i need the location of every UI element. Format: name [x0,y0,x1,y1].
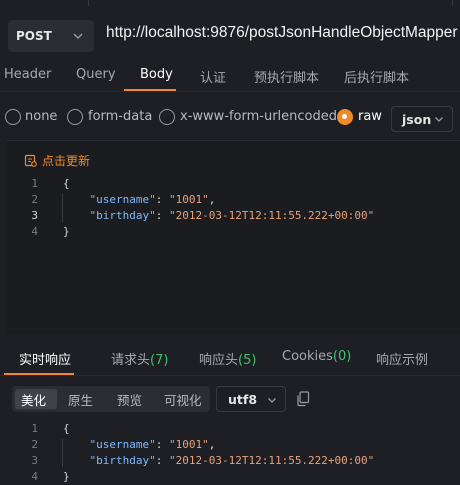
tab-response-examples[interactable]: 响应示例 [376,349,428,368]
radio-raw[interactable] [337,109,353,125]
encoding-select[interactable]: utf8 [216,386,286,412]
tab-request-headers[interactable]: 请求头(7) [111,349,168,368]
tab-count: (7) [150,353,169,368]
view-pretty-button[interactable]: 美化 [21,390,46,409]
json-key: "birthday" [89,454,156,467]
json-key: "username" [89,193,156,206]
encoding-label: utf8 [228,391,258,407]
tab-body[interactable]: Body [140,67,173,82]
url-input[interactable]: http://localhost:9876/postJsonHandleObje… [106,24,458,42]
update-button[interactable]: 点击更新 [24,152,90,169]
active-tab-indicator [124,89,176,91]
chevron-down-icon [435,117,443,122]
tab-count: (5) [238,353,257,368]
url-bar: POST http://localhost:9876/postJsonHandl… [0,16,460,56]
view-mode-group: 美化 原生 预览 可视化 [12,386,210,412]
body-type-selector: none form-data x-www-form-urlencoded raw… [0,104,460,132]
method-select[interactable]: POST [8,20,94,52]
tab-cookies[interactable]: Cookies(0) [282,349,351,364]
json-punct: : [155,454,169,467]
line-number: 4 [31,225,38,238]
request-code: 1 2 3 4 { "username": "1001", "birthday"… [0,176,460,246]
chevron-down-icon [73,33,83,39]
json-punct: { [63,422,70,435]
radio-form-data[interactable] [67,109,83,125]
json-punct: { [63,177,70,190]
tab-post-script[interactable]: 后执行脚本 [344,67,409,86]
tab-label: 响应头 [199,353,239,368]
line-number: 3 [31,209,38,222]
copy-icon[interactable] [296,391,310,407]
json-punct: } [63,225,70,238]
line-number: 2 [31,193,38,206]
code-line: { [63,176,70,192]
json-punct: } [63,470,70,483]
divider [452,0,453,6]
code-line: } [63,469,70,485]
view-preview-button[interactable]: 预览 [117,390,142,409]
tab-label: Cookies [282,349,333,364]
method-label: POST [16,29,52,43]
radio-urlencoded[interactable] [159,109,175,125]
view-raw-button[interactable]: 原生 [68,390,93,409]
update-label: 点击更新 [42,154,91,168]
code-line: "username": "1001", [63,437,216,453]
json-punct [63,454,90,467]
tab-auth[interactable]: 认证 [200,67,226,86]
radio-urlencoded-label[interactable]: x-www-form-urlencoded [180,109,337,124]
json-punct [63,193,90,206]
code-line: "birthday": "2012-03-12T12:11:55.222+00:… [63,208,375,224]
tab-response-headers[interactable]: 响应头(5) [199,349,256,368]
line-number: 1 [31,177,38,190]
tab-pre-script[interactable]: 预执行脚本 [254,67,319,86]
json-string: "2012-03-12T12:11:55.222+00:00" [168,454,375,467]
format-select[interactable]: json [391,106,453,132]
code-line: } [63,224,70,240]
json-punct [63,209,90,222]
line-number: 2 [31,438,38,451]
json-string: "1001" [168,438,209,451]
code-line: { [63,421,70,437]
refresh-doc-icon [24,154,37,167]
format-label: json [402,111,432,127]
line-number: 3 [31,454,38,467]
line-number: 1 [31,422,38,435]
tab-count: (0) [332,349,352,364]
radio-raw-label[interactable]: raw [358,109,382,124]
tab-live-response[interactable]: 实时响应 [19,349,71,368]
chevron-down-icon [268,398,276,403]
request-tabs: Header Query Body 认证 预执行脚本 后执行脚本 [0,60,460,92]
active-tab-indicator [4,373,74,375]
json-punct: , [208,193,216,206]
code-line: "birthday": "2012-03-12T12:11:55.222+00:… [63,453,375,469]
tab-header[interactable]: Header [4,67,51,82]
json-punct: : [155,193,169,206]
json-punct: : [155,438,169,451]
code-line: "username": "1001", [63,192,216,208]
divider [88,0,89,6]
json-punct: , [208,438,216,451]
json-string: "1001" [168,193,209,206]
view-visualize-button[interactable]: 可视化 [164,390,202,409]
json-punct [63,438,90,451]
top-strip [0,0,460,12]
response-code: 1 2 3 4 { "username": "1001", "birthday"… [0,421,460,483]
json-key: "username" [89,438,156,451]
radio-none-label[interactable]: none [25,109,57,124]
radio-form-data-label[interactable]: form-data [88,109,152,124]
response-tabs: 实时响应 请求头(7) 响应头(5) Cookies(0) 响应示例 [0,344,460,376]
tab-label: 请求头 [111,353,151,368]
line-number: 4 [31,470,38,483]
json-punct: : [155,209,169,222]
tab-query[interactable]: Query [76,67,116,82]
tab-label: 实时响应 [19,353,72,368]
tab-label: 响应示例 [376,353,429,368]
radio-none[interactable] [5,109,21,125]
json-string: "2012-03-12T12:11:55.222+00:00" [168,209,375,222]
json-key: "birthday" [89,209,156,222]
